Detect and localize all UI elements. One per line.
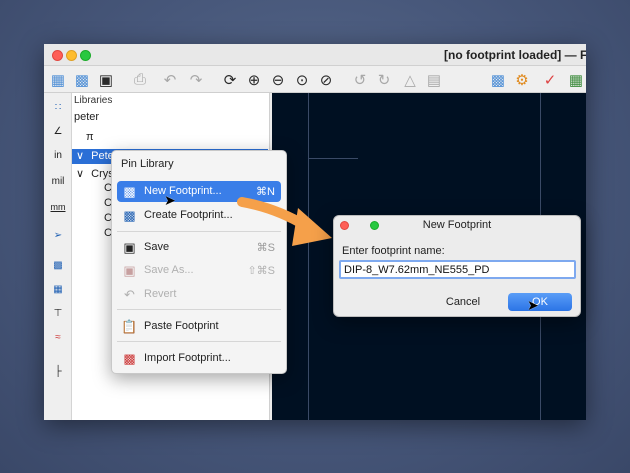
menu-item-label: New Footprint... bbox=[144, 185, 222, 197]
libraries-header: Libraries bbox=[74, 95, 113, 106]
text-display-icon[interactable]: ⊤ bbox=[47, 303, 69, 323]
close-window-button[interactable] bbox=[52, 50, 63, 61]
menu-item-label: Revert bbox=[144, 288, 177, 300]
zoom-out-icon[interactable]: ⊖ bbox=[268, 70, 288, 89]
menu-item-shortcut: ⇧⌘S bbox=[247, 265, 275, 277]
minimize-window-button[interactable] bbox=[66, 50, 77, 61]
new-footprint-icon: ▩ bbox=[123, 183, 136, 199]
save-as-icon: ▣ bbox=[123, 262, 136, 278]
cancel-button[interactable]: Cancel bbox=[438, 293, 488, 311]
menu-item-label: Save bbox=[144, 241, 170, 253]
window-title: [no footprint loaded] — Foot bbox=[444, 48, 586, 62]
zoom-select-icon[interactable]: ⊘ bbox=[316, 70, 336, 89]
unit-mils-button[interactable]: mil bbox=[47, 171, 69, 191]
footprint-icon[interactable]: ▩ bbox=[72, 70, 92, 89]
rotate-cw-icon[interactable]: ↻ bbox=[374, 70, 394, 89]
chevron-down-icon: ∨ bbox=[76, 168, 85, 180]
grid-icon[interactable]: ∷ bbox=[47, 97, 69, 117]
dialog-zoom-button[interactable] bbox=[370, 221, 379, 230]
main-toolbar: ▦ ▩ ▣ ⎙ ↶ ↷ ⟳ ⊕ ⊖ ⊙ ⊘ ↺ ↻ △ ▤ ▩ ⚙ ✓ ▦ bbox=[44, 66, 586, 93]
list-item[interactable]: π bbox=[86, 131, 94, 143]
cursor-icon[interactable]: ➢ bbox=[47, 225, 69, 245]
refresh-icon[interactable]: ⟳ bbox=[220, 70, 240, 89]
menu-item-label: Save As... bbox=[144, 264, 194, 276]
pad-display-icon[interactable]: ▩ bbox=[47, 255, 69, 275]
align-icon[interactable]: ▤ bbox=[424, 70, 444, 89]
check-icon[interactable]: ✓ bbox=[540, 70, 560, 89]
dialog-close-button[interactable] bbox=[340, 221, 349, 230]
zoom-in-icon[interactable]: ⊕ bbox=[244, 70, 264, 89]
grid-line bbox=[308, 158, 358, 159]
library-search-input[interactable]: peter bbox=[74, 111, 99, 123]
print-icon[interactable]: ⎙ bbox=[130, 70, 150, 89]
zoom-window-button[interactable] bbox=[80, 50, 91, 61]
callout-arrow-icon bbox=[237, 197, 332, 246]
settings-icon[interactable]: ⚙ bbox=[512, 70, 532, 89]
outline-icon[interactable]: ≈ bbox=[47, 327, 69, 347]
pin-library-item[interactable]: Pin Library bbox=[121, 158, 174, 170]
zoom-fit-icon[interactable]: ⊙ bbox=[292, 70, 312, 89]
list-item[interactable]: ∨ Crys bbox=[76, 167, 114, 180]
menu-separator bbox=[117, 341, 281, 342]
library-context-menu: Pin Library ▩ New Footprint... ⌘N ▩ Crea… bbox=[111, 150, 287, 374]
library-icon[interactable]: ▦ bbox=[48, 70, 68, 89]
chevron-down-icon: ∨ bbox=[76, 150, 85, 162]
footprint-name-label: Enter footprint name: bbox=[342, 245, 445, 257]
unit-mm-button[interactable]: mm bbox=[47, 197, 69, 217]
menu-item-label: Paste Footprint bbox=[144, 320, 219, 332]
board-icon[interactable]: ▦ bbox=[566, 70, 586, 89]
mouse-pointer-icon: ➤ bbox=[164, 192, 176, 208]
paste-footprint-item[interactable]: 📋 Paste Footprint bbox=[117, 316, 281, 337]
mouse-pointer-icon: ➤ bbox=[527, 297, 539, 313]
import-footprint-icon: ▩ bbox=[123, 350, 136, 366]
new-footprint-dialog: New Footprint Enter footprint name: Canc… bbox=[333, 215, 581, 317]
import-footprint-item[interactable]: ▩ Import Footprint... bbox=[117, 348, 281, 369]
save-icon[interactable]: ▣ bbox=[96, 70, 116, 89]
ok-button[interactable]: OK bbox=[508, 293, 572, 311]
revert-item[interactable]: ↶ Revert bbox=[117, 284, 281, 305]
unit-inches-button[interactable]: in bbox=[47, 145, 69, 165]
save-icon: ▣ bbox=[123, 239, 136, 255]
title-bar: [no footprint loaded] — Foot bbox=[44, 44, 586, 66]
footprint-name-input[interactable] bbox=[339, 260, 576, 279]
pad-icon[interactable]: ▩ bbox=[488, 70, 508, 89]
graphic-display-icon[interactable]: ▦ bbox=[47, 279, 69, 299]
mirror-icon[interactable]: △ bbox=[400, 70, 420, 89]
create-footprint-icon: ▩ bbox=[123, 207, 136, 223]
undo-icon[interactable]: ↶ bbox=[160, 70, 180, 89]
redo-icon[interactable]: ↷ bbox=[186, 70, 206, 89]
left-toolbar: ∷ ∠ in mil mm ➢ ▩ ▦ ⊤ ≈ ├ bbox=[44, 93, 72, 420]
menu-item-label: Import Footprint... bbox=[144, 352, 231, 364]
revert-icon: ↶ bbox=[124, 286, 135, 302]
menu-item-label: Create Footprint... bbox=[144, 209, 233, 221]
tree-icon[interactable]: ├ bbox=[47, 361, 69, 381]
polar-coords-icon[interactable]: ∠ bbox=[47, 121, 69, 141]
rotate-ccw-icon[interactable]: ↺ bbox=[350, 70, 370, 89]
paste-icon: 📋 bbox=[121, 318, 138, 334]
menu-separator bbox=[117, 309, 281, 310]
save-as-item[interactable]: ▣ Save As... ⇧⌘S bbox=[117, 260, 281, 281]
